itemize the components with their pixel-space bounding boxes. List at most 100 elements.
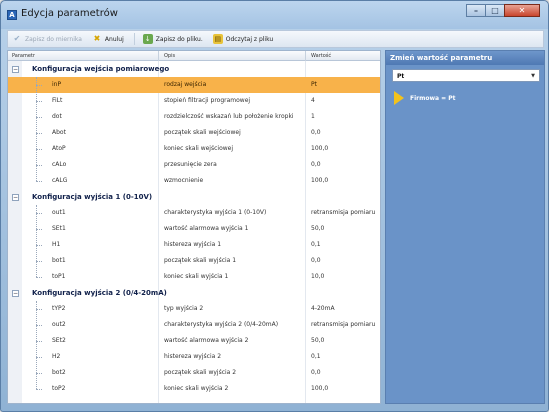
group-row[interactable]: − Konfiguracja wyjścia 2 (0/4-20mA)	[8, 285, 380, 301]
param-desc: przesunięcie zera	[164, 161, 217, 168]
parameter-row[interactable]: SEt1 wartość alarmowa wyjścia 1 50,0	[8, 221, 380, 237]
parameter-row[interactable]: toP1 koniec skali wyjścia 1 10,0	[8, 269, 380, 285]
toolbar: ✔ Zapisz do miernika ✖ Anuluj ↓ Zapisz d…	[7, 30, 544, 48]
collapse-icon[interactable]: −	[12, 194, 19, 201]
parameter-row[interactable]: Abot początek skali wejściowej 0,0	[8, 125, 380, 141]
parameter-row[interactable]: H1 histereza wyjścia 1 0,1	[8, 237, 380, 253]
parameter-grid: Parametr Opis Wartość − Konfiguracja wejś…	[7, 50, 381, 404]
close-button[interactable]: ✕	[504, 4, 540, 17]
open-file-icon: ▤	[212, 34, 223, 44]
param-name: cALo	[52, 161, 67, 168]
parameter-row[interactable]: bot2 początek skali wyjścia 2 0,0	[8, 365, 380, 381]
parameter-row[interactable]: cALo przesunięcie zera 0,0	[8, 157, 380, 173]
tree-connector	[36, 277, 42, 278]
header-value[interactable]: Wartość	[311, 53, 331, 59]
param-value: 50,0	[311, 337, 325, 344]
parameter-row[interactable]: H2 histereza wyjścia 2 0,1	[8, 349, 380, 365]
parameter-row[interactable]: AtoP koniec skali wejściowej 100,0	[8, 141, 380, 157]
param-value: 0,1	[311, 353, 321, 360]
param-value: 0,0	[311, 369, 321, 376]
param-name: AtoP	[52, 145, 66, 152]
group-label: Konfiguracja wyjścia 1 (0-10V)	[32, 193, 153, 201]
param-desc: koniec skali wyjścia 1	[164, 273, 229, 280]
param-name: cALG	[52, 177, 68, 184]
tree-line	[36, 77, 37, 181]
read-from-file-button[interactable]: ▤ Odczytaj z pliku	[212, 34, 274, 44]
parameter-row[interactable]: out1 charakterystyka wyjścia 1 (0-10V) ret…	[8, 205, 380, 221]
param-desc: histereza wyjścia 1	[164, 241, 222, 248]
tree-line	[36, 301, 37, 389]
param-name: SEt1	[52, 225, 66, 232]
param-desc: wartość alarmowa wyjścia 2	[164, 337, 249, 344]
parameter-row[interactable]: out2 charakterystyka wyjścia 2 (0/4-20mA)…	[8, 317, 380, 333]
param-name: SEt2	[52, 337, 66, 344]
title-bar: A Edycja parametrów – □ ✕	[1, 1, 548, 29]
param-desc: rodzaj wejścia	[164, 81, 207, 88]
param-desc: typ wyjścia 2	[164, 305, 204, 312]
param-value: 0,0	[311, 161, 321, 168]
group-label: Konfiguracja wejścia pomiarowego	[32, 65, 170, 73]
save-to-device-button[interactable]: ✔ Zapisz do miernika	[12, 34, 82, 44]
param-name: bot1	[52, 257, 66, 264]
parameter-row[interactable]: bot1 początek skali wyjścia 1 0,0	[8, 253, 380, 269]
factory-default: Firmowa = Pt	[394, 91, 456, 105]
value-select[interactable]: Pt ▼	[392, 69, 540, 82]
group-label: Konfiguracja wyjścia 2 (0/4-20mA)	[32, 289, 167, 297]
parameter-row[interactable]: dot rozdzielczość wskazań lub położenie k…	[8, 109, 380, 125]
tree-connector	[36, 389, 42, 390]
param-desc: rozdzielczość wskazań lub położenie krop…	[164, 113, 294, 120]
parameter-row[interactable]: toP2 koniec skali wyjścia 2 100,0	[8, 381, 380, 397]
param-name: bot2	[52, 369, 66, 376]
parameter-row[interactable]: SEt2 wartość alarmowa wyjścia 2 50,0	[8, 333, 380, 349]
param-value: 100,0	[311, 385, 329, 392]
param-value: 50,0	[311, 225, 325, 232]
grid-header: Parametr Opis Wartość	[8, 51, 380, 61]
param-value: retransmisja pomiaru	[311, 209, 376, 216]
group-row[interactable]: − Konfiguracja wejścia pomiarowego	[8, 61, 380, 77]
save-to-device-label: Zapisz do miernika	[25, 35, 82, 43]
param-name: dot	[52, 113, 62, 120]
param-name: out1	[52, 209, 66, 216]
param-name: inP	[52, 81, 62, 88]
maximize-button[interactable]: □	[485, 4, 505, 17]
param-value: 1	[311, 113, 315, 120]
column-separator[interactable]	[158, 51, 159, 61]
param-desc: koniec skali wejściowej	[164, 145, 234, 152]
param-value: 100,0	[311, 177, 329, 184]
collapse-icon[interactable]: −	[12, 66, 19, 73]
collapse-icon[interactable]: −	[12, 290, 19, 297]
param-desc: charakterystyka wyjścia 2 (0/4-20mA)	[164, 321, 279, 328]
parameter-row[interactable]: inP rodzaj wejścia Pt	[8, 77, 380, 93]
window-controls: – □ ✕	[466, 4, 540, 17]
group-row[interactable]: − Konfiguracja wyjścia 1 (0-10V)	[8, 189, 380, 205]
save-to-file-button[interactable]: ↓ Zapisz do pliku.	[142, 34, 203, 44]
param-desc: wzmocnienie	[164, 177, 204, 184]
param-desc: początek skali wyjścia 2	[164, 369, 237, 376]
cancel-icon: ✖	[93, 34, 101, 43]
param-name: toP1	[52, 273, 66, 280]
minimize-button[interactable]: –	[466, 4, 486, 17]
param-value: Pt	[311, 81, 317, 88]
read-from-file-label: Odczytaj z pliku	[225, 35, 274, 43]
parameter-row[interactable]: cALG wzmocnienie 100,0	[8, 173, 380, 189]
panel-title: Zmień wartość parametru	[386, 51, 544, 65]
parameter-row[interactable]: tYP2 typ wyjścia 2 4-20mA	[8, 301, 380, 317]
checkmark-icon: ✔	[13, 34, 21, 43]
toolbar-separator	[133, 33, 135, 45]
parameter-editor-window: A Edycja parametrów – □ ✕ ✔ Zapisz do mi…	[0, 0, 549, 412]
param-desc: początek skali wyjścia 1	[164, 257, 237, 264]
column-separator[interactable]	[305, 51, 306, 61]
parameter-row[interactable]: FiLt stopień filtracji programowej 4	[8, 93, 380, 109]
header-param[interactable]: Parametr	[12, 53, 35, 59]
param-desc: koniec skali wyjścia 2	[164, 385, 229, 392]
factory-default-text: Firmowa = Pt	[410, 94, 456, 102]
param-value: 0,0	[311, 257, 321, 264]
param-value: retransmisja pomiaru	[311, 321, 376, 328]
param-desc: charakterystyka wyjścia 1 (0-10V)	[164, 209, 267, 216]
param-name: FiLt	[52, 97, 63, 104]
window-title: Edycja parametrów	[21, 8, 118, 19]
select-value: Pt	[397, 73, 405, 80]
tree-line	[36, 205, 37, 277]
cancel-button[interactable]: ✖ Anuluj	[92, 34, 124, 44]
header-desc[interactable]: Opis	[164, 53, 175, 59]
